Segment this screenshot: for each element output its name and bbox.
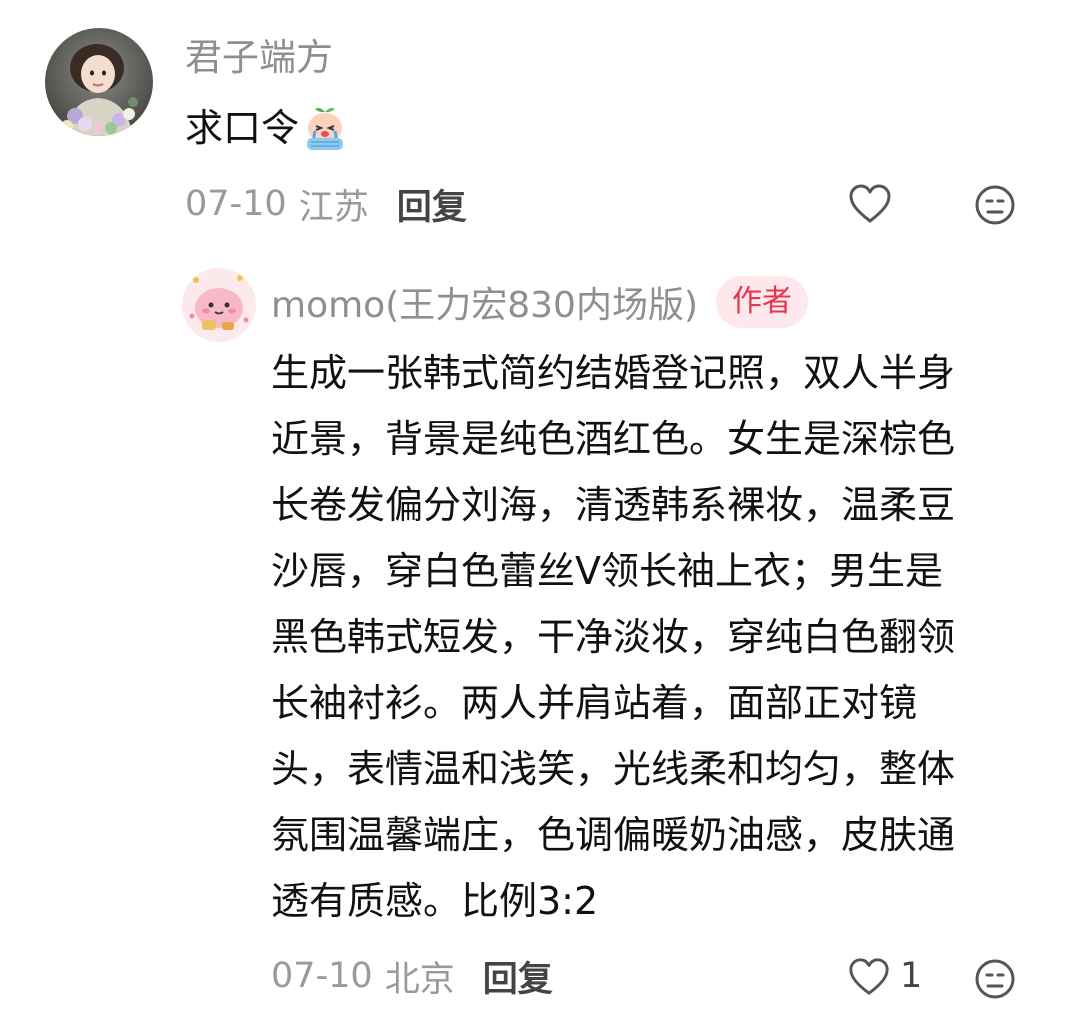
comment-date: 07-10	[185, 184, 287, 224]
like-count: 1	[900, 956, 923, 996]
reply-text-line: 透有质感。比例3:2	[271, 879, 599, 923]
reply-text-line: 长袖衬衫。两人并肩站着，面部正对镜	[271, 681, 918, 725]
heart-outline-icon[interactable]	[847, 181, 893, 227]
reply-text: 生成一张韩式简约结婚登记照，双人半身 近景，背景是纯色酒红色。女生是深棕色 长卷…	[271, 340, 1036, 934]
reply-text-line: 近景，背景是纯色酒红色。女生是深棕色	[271, 417, 956, 461]
reply-text-line: 长卷发偏分刘海，清透韩系裸妆，温柔豆	[271, 483, 956, 527]
crying-face-emoji-icon	[301, 104, 349, 152]
replier-username[interactable]: momo(王力宏830内场版)	[271, 276, 698, 328]
commenter-avatar[interactable]	[45, 28, 153, 136]
replier-header: momo(王力宏830内场版) 作者	[271, 274, 808, 330]
replier-avatar[interactable]	[182, 268, 256, 342]
reply-meta: 07-10 北京 回复	[271, 952, 553, 1000]
reply-button[interactable]: 回复	[483, 951, 553, 1002]
unhappy-face-icon[interactable]	[973, 183, 1017, 227]
heart-outline-icon[interactable]	[847, 955, 891, 999]
comment-meta: 07-10 江苏 回复	[185, 180, 467, 228]
reply-text-line: 沙唇，穿白色蕾丝V领长袖上衣；男生是	[271, 549, 943, 593]
author-badge: 作者	[716, 276, 808, 328]
commenter-username[interactable]: 君子端方	[185, 34, 333, 82]
reply-text-line: 氛围温馨端庄，色调偏暖奶油感，皮肤通	[271, 813, 956, 857]
reply-text-line: 生成一张韩式简约结婚登记照，双人半身	[271, 351, 956, 395]
reply-text-line: 黑色韩式短发，干净淡妆，穿纯白色翻领	[271, 615, 956, 659]
comment-text-row: 求口令	[185, 102, 349, 154]
reply-button[interactable]: 回复	[397, 179, 467, 230]
reply-text-line: 头，表情温和浅笑，光线柔和均匀，整体	[271, 747, 956, 791]
reply-location: 北京	[384, 959, 455, 1000]
comment-location: 江苏	[298, 187, 369, 228]
reply-date: 07-10	[271, 956, 373, 996]
unhappy-face-icon[interactable]	[973, 957, 1017, 1001]
comment-text: 求口令	[185, 106, 300, 150]
